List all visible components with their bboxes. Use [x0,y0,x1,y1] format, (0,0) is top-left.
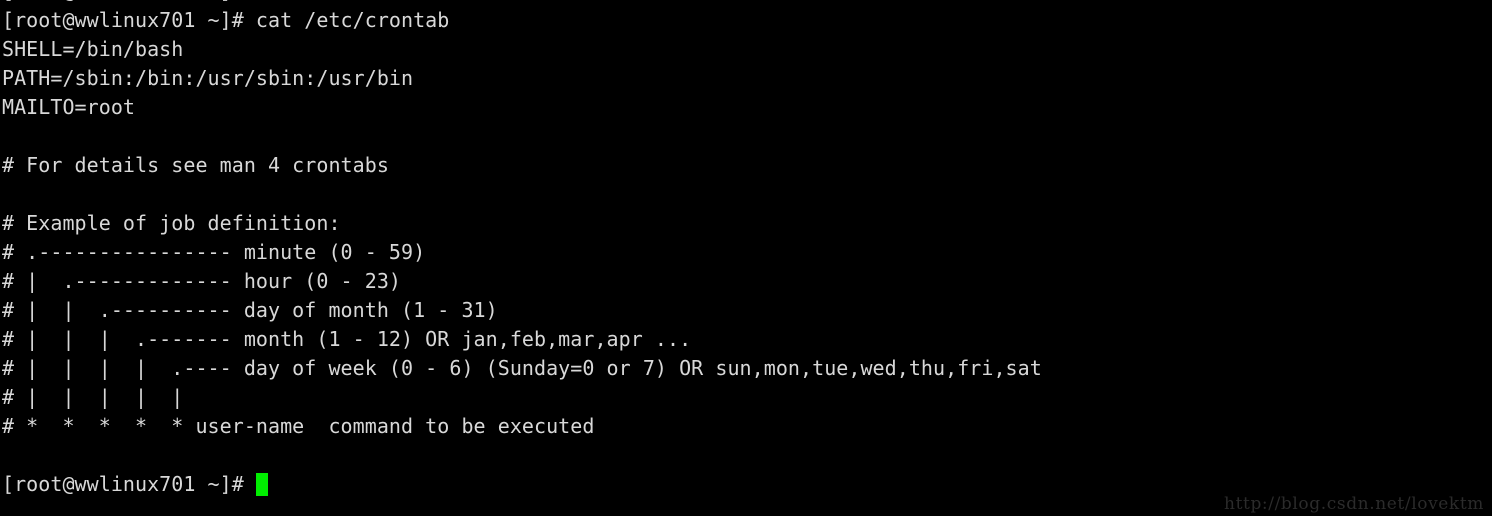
terminal-screen: [root@wwlinux701 ~]# cat /etc/crontab [r… [2,0,1042,499]
terminal-line-shell: SHELL=/bin/bash [2,37,184,61]
terminal-line-details-comment: # For details see man 4 crontabs [2,153,389,177]
terminal-line-mailto: MAILTO=root [2,95,136,119]
terminal-line-field-month: # | | | .------- month (1 - 12) OR jan,f… [2,327,692,351]
terminal-line-field-hour: # | .------------- hour (0 - 23) [2,269,402,293]
terminal-line-blank-3 [2,441,1042,470]
terminal-line-field-minute: # .---------------- minute (0 - 59) [2,240,426,264]
terminal-line-command: [root@wwlinux701 ~]# cat /etc/crontab [2,8,450,32]
terminal-prompt-line[interactable]: [root@wwlinux701 ~]# [2,470,1042,499]
terminal-line-field-legend: # * * * * * user-name command to be exec… [2,414,595,438]
terminal-line-blank-1 [2,122,1042,151]
prompt-text: [root@wwlinux701 ~]# [2,472,256,496]
terminal-line-blank-2 [2,180,1042,209]
terminal-line-field-pipes: # | | | | | [2,385,184,409]
terminal-window[interactable]: [root@wwlinux701 ~]# cat /etc/crontab [r… [0,0,1492,516]
text-cursor [255,473,268,496]
terminal-line-example-header: # Example of job definition: [2,211,341,235]
terminal-line-field-day-of-month: # | | .---------- day of month (1 - 31) [2,298,498,322]
watermark-url: http://blog.csdn.net/lovektm [1224,494,1484,514]
terminal-line-field-day-of-week: # | | | | .---- day of week (0 - 6) (Sun… [2,356,1042,380]
terminal-line-path: PATH=/sbin:/bin:/usr/sbin:/usr/bin [2,66,414,90]
